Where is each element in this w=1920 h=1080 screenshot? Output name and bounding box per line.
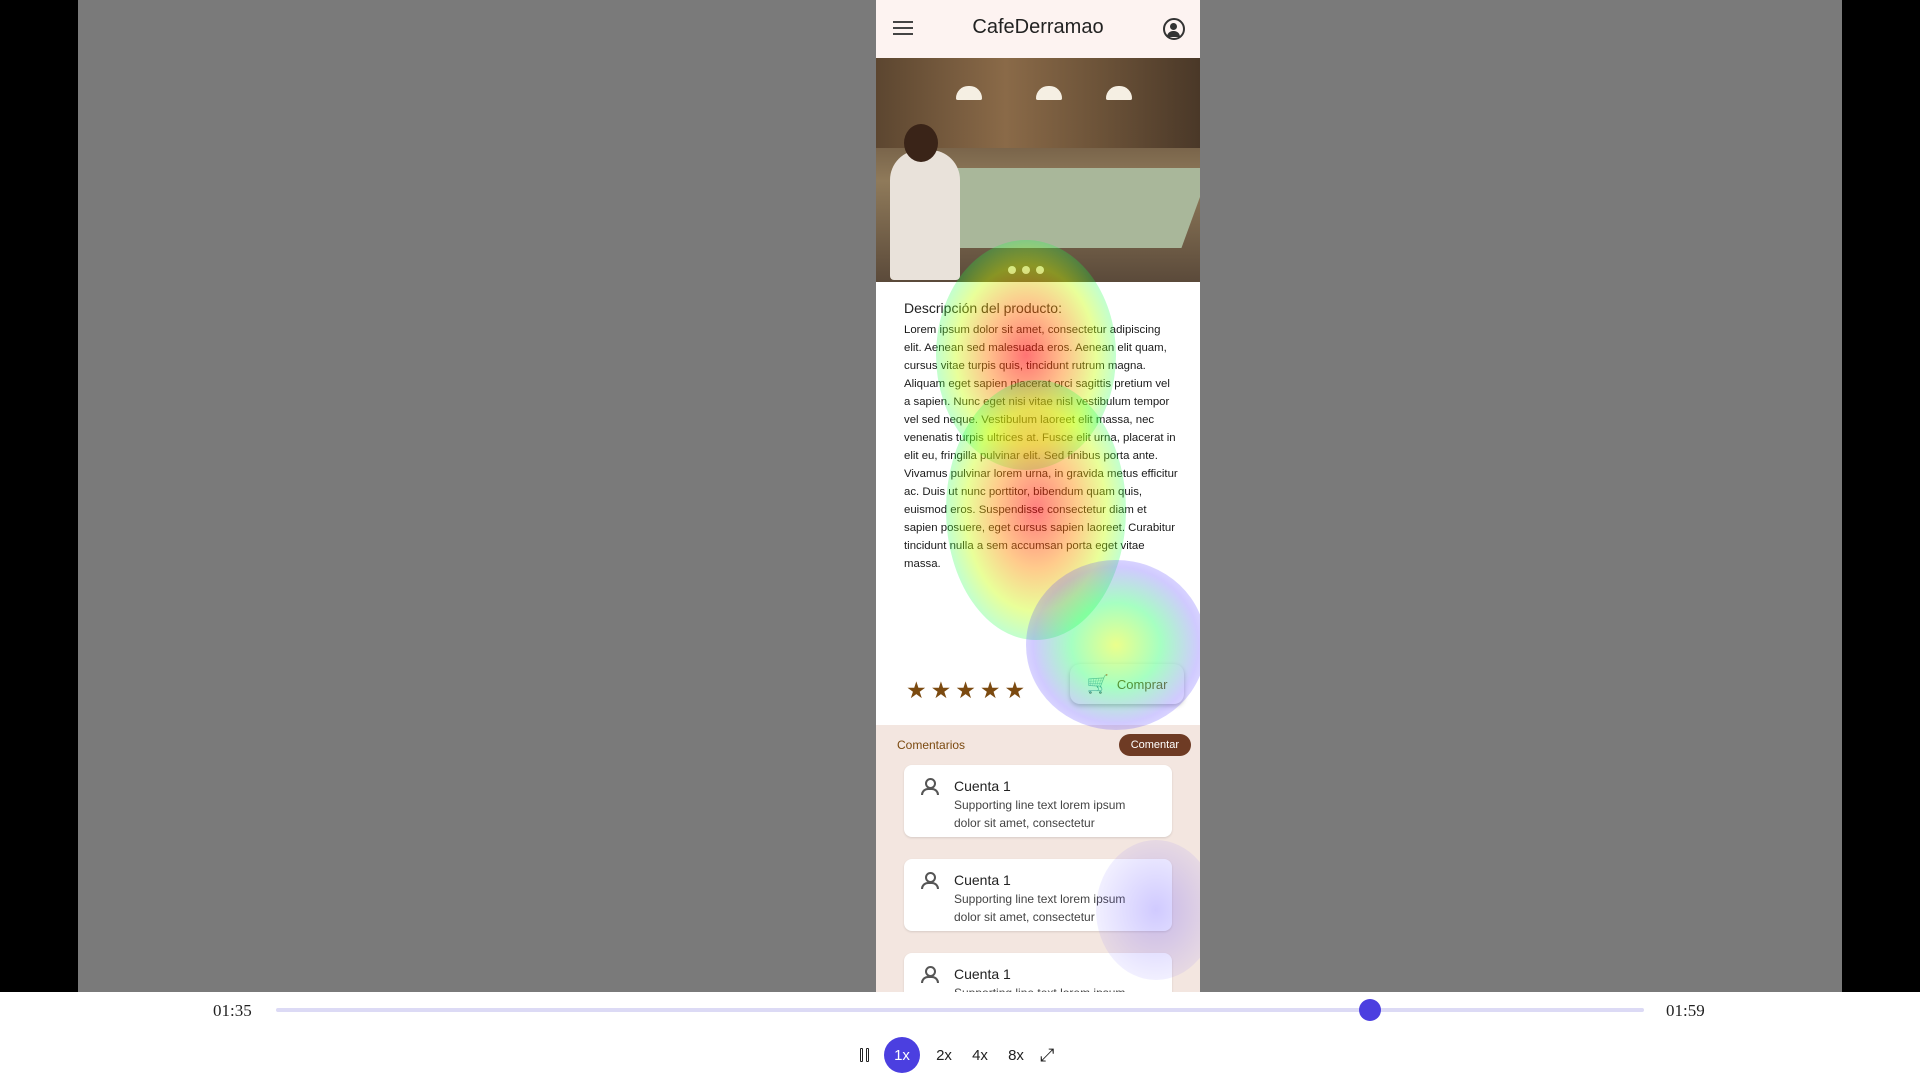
star-icon[interactable]: ★ xyxy=(1005,676,1026,704)
comment-card[interactable]: Cuenta 1 Supporting line text lorem ipsu… xyxy=(904,953,1172,992)
product-image[interactable] xyxy=(876,58,1200,282)
app-recording: CafeDerramao Descripción del producto: L… xyxy=(876,0,1200,992)
top-app-bar: CafeDerramao xyxy=(876,0,1200,58)
product-description: Descripción del producto: Lorem ipsum do… xyxy=(904,300,1179,573)
speed-4x-button[interactable]: 4x xyxy=(968,1047,992,1064)
person-icon xyxy=(920,965,939,983)
pause-icon[interactable] xyxy=(860,1048,872,1062)
star-icon[interactable]: ★ xyxy=(931,676,952,704)
buy-label: Comprar xyxy=(1116,676,1168,692)
speed-1x-button[interactable]: 1x xyxy=(884,1037,920,1073)
comment-text: Supporting line text lorem ipsum dolor s… xyxy=(954,892,1126,924)
account-circle-icon[interactable] xyxy=(1163,18,1185,40)
star-icon[interactable]: ★ xyxy=(906,676,927,704)
comments-heading: Comentarios xyxy=(897,738,966,752)
comment-author: Cuenta 1 xyxy=(954,872,1011,888)
carousel-dots[interactable] xyxy=(1008,266,1044,274)
person-icon xyxy=(920,777,939,795)
cart-icon: 🛒 xyxy=(1086,673,1109,694)
comment-text: Supporting line text lorem ipsum dolor s… xyxy=(954,798,1126,830)
app-title: CafeDerramao xyxy=(972,16,1104,38)
speed-2x-button[interactable]: 2x xyxy=(932,1047,956,1064)
heatmap-overlay xyxy=(1026,560,1200,730)
comment-text: Supporting line text lorem ipsum xyxy=(954,984,1154,992)
star-rating[interactable]: ★ ★ ★ ★ ★ xyxy=(906,676,1025,704)
video-stage: CafeDerramao Descripción del producto: L… xyxy=(78,0,1842,992)
comments-section: Comentarios Comentar Cuenta 1 Supporting… xyxy=(876,725,1200,992)
add-comment-button[interactable]: Comentar xyxy=(1118,734,1191,756)
fullscreen-icon[interactable]: ⤢ xyxy=(1040,1045,1054,1066)
description-heading: Descripción del producto: xyxy=(904,300,1062,316)
total-time: 01:59 xyxy=(1666,1001,1705,1020)
comment-author: Cuenta 1 xyxy=(954,966,1011,982)
star-icon[interactable]: ★ xyxy=(955,676,976,704)
description-text: Lorem ipsum dolor sit amet, consectetur … xyxy=(904,324,1178,570)
playback-controls: 1x 2x 4x 8x ⤢ xyxy=(860,1037,1054,1073)
current-time: 01:35 xyxy=(213,1001,252,1020)
person-icon xyxy=(920,871,939,889)
speed-8x-button[interactable]: 8x xyxy=(1004,1047,1028,1064)
buy-button[interactable]: 🛒 Comprar xyxy=(1070,664,1184,704)
comment-card[interactable]: Cuenta 1 Supporting line text lorem ipsu… xyxy=(904,859,1172,931)
comment-author: Cuenta 1 xyxy=(954,778,1011,794)
comment-card[interactable]: Cuenta 1 Supporting line text lorem ipsu… xyxy=(904,765,1172,837)
progress-track[interactable] xyxy=(276,1008,1644,1012)
star-icon[interactable]: ★ xyxy=(980,676,1001,704)
